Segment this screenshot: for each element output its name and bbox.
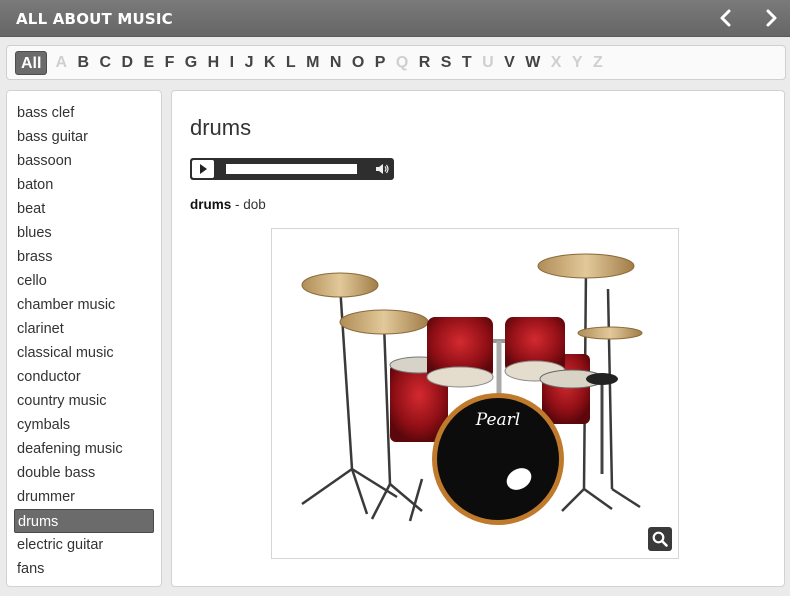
letter-filter-l[interactable]: L	[282, 51, 300, 75]
word-list-item-label: baton	[17, 177, 54, 193]
word-list-item-label: conductor	[17, 369, 81, 385]
word-list-panel: bass clef bass guitar bassoon baton beat blue…	[6, 90, 162, 587]
previous-button[interactable]	[714, 6, 738, 30]
volume-icon	[376, 164, 389, 174]
letter-filter-v[interactable]: V	[500, 51, 519, 75]
word-list-item-label: blues	[17, 225, 52, 241]
chevron-left-icon	[720, 9, 731, 27]
letter-filter-y: Y	[571, 54, 583, 71]
word-list-item[interactable]: drummer	[14, 485, 154, 509]
word-list-item-label: beat	[17, 201, 46, 217]
word-list-item-label: deafening music	[17, 441, 123, 457]
letter-filter-r[interactable]: R	[415, 51, 435, 75]
entry-image: Pearl	[271, 228, 679, 559]
word-list-item[interactable]: electric guitar	[14, 533, 154, 557]
word-list-item[interactable]: blues	[14, 221, 154, 245]
entry-title: drums	[190, 115, 252, 140]
chevron-right-icon	[766, 9, 777, 27]
entry-panel: drums drums - dob Pearl	[171, 90, 785, 587]
definition-term: drums	[190, 197, 232, 212]
letter-filter-all[interactable]: All	[15, 51, 48, 75]
word-list-item[interactable]: bassoon	[14, 149, 154, 173]
word-list-item-label: drums	[18, 514, 59, 530]
word-list-item[interactable]: bass clef	[14, 101, 154, 125]
word-list-item[interactable]: drums	[14, 509, 154, 533]
word-list-item[interactable]: fans	[14, 557, 154, 581]
letter-filter-d[interactable]: D	[117, 51, 137, 75]
word-list-item-label: chamber music	[17, 297, 116, 313]
letter-filter-q: Q	[395, 54, 409, 71]
letter-filter-w[interactable]: W	[521, 51, 544, 75]
definition-separator: -	[231, 197, 244, 212]
letter-filter-c[interactable]: C	[95, 51, 115, 75]
word-list-item-label: clarinet	[17, 321, 64, 337]
word-list-item-label: double bass	[17, 465, 96, 481]
word-list-item[interactable]: double bass	[14, 461, 154, 485]
audio-progress-bar[interactable]	[226, 164, 357, 174]
letter-filter-b[interactable]: B	[73, 51, 93, 75]
word-list-item-label: classical music	[17, 345, 114, 361]
word-list-item[interactable]: bass guitar	[14, 125, 154, 149]
word-list-item-label: fans	[17, 561, 45, 577]
audio-player	[190, 158, 394, 180]
word-list-item[interactable]: baton	[14, 173, 154, 197]
play-icon	[200, 164, 207, 174]
word-list-item[interactable]: beat	[14, 197, 154, 221]
word-list-item-label: bassoon	[17, 153, 72, 169]
next-button[interactable]	[759, 6, 783, 30]
word-list-item-label: drummer	[17, 489, 76, 505]
letter-filter-z: Z	[592, 54, 603, 71]
letter-filter-s[interactable]: S	[437, 51, 456, 75]
letter-filter-n[interactable]: N	[326, 51, 346, 75]
letter-filter-o[interactable]: O	[348, 51, 368, 75]
word-list-item[interactable]: country music	[14, 389, 154, 413]
letter-filter-h[interactable]: H	[204, 51, 224, 75]
word-list-item-label: electric guitar	[17, 537, 104, 553]
letter-filter-f[interactable]: F	[161, 51, 179, 75]
letter-filter-a: A	[55, 54, 68, 71]
zoom-button[interactable]	[648, 527, 672, 551]
word-list-item-label: cymbals	[17, 417, 71, 433]
letter-filter-u: U	[482, 54, 494, 71]
letter-filter-e[interactable]: E	[139, 51, 158, 75]
word-list: bass clef bass guitar bassoon baton beat blue…	[7, 91, 161, 581]
drum-brand-logo: Pearl	[475, 410, 520, 430]
letter-filter-j[interactable]: J	[241, 51, 258, 75]
app-title: ALL ABOUT MUSIC	[16, 10, 173, 28]
letter-filter-p[interactable]: P	[371, 51, 390, 75]
letter-filter-g[interactable]: G	[181, 51, 201, 75]
letter-filter-i[interactable]: I	[226, 51, 238, 75]
play-button[interactable]	[192, 160, 214, 178]
word-list-item[interactable]: classical music	[14, 341, 154, 365]
word-list-item-label: bass guitar	[17, 129, 88, 145]
word-list-item-label: country music	[17, 393, 107, 409]
letter-filter-x: X	[550, 54, 562, 71]
word-list-item[interactable]: chamber music	[14, 293, 154, 317]
top-bar: ALL ABOUT MUSIC	[0, 0, 790, 37]
word-list-item-label: brass	[17, 249, 53, 265]
word-list-item[interactable]: conductor	[14, 365, 154, 389]
letter-list: All A B C D E F G H I J K L M N O P Q R S T U V W X Y Z	[15, 51, 609, 75]
word-list-item[interactable]: deafening music	[14, 437, 154, 461]
letter-filter-bar: All A B C D E F G H I J K L M N O P Q R S T U V W X Y Z	[6, 45, 786, 80]
word-list-item[interactable]: brass	[14, 245, 154, 269]
word-list-item-label: cello	[17, 273, 47, 289]
magnifier-icon	[652, 531, 668, 547]
word-list-item-label: bass clef	[17, 105, 75, 121]
volume-button[interactable]	[374, 161, 390, 177]
drum-kit-photo: Pearl	[272, 229, 678, 558]
letter-filter-k[interactable]: K	[260, 51, 280, 75]
word-list-item[interactable]: clarinet	[14, 317, 154, 341]
letter-filter-m[interactable]: M	[302, 51, 323, 75]
letter-filter-t[interactable]: T	[458, 51, 476, 75]
word-list-item[interactable]: cello	[14, 269, 154, 293]
definition-translation: dob	[243, 197, 266, 212]
definition: drums - dob	[190, 197, 266, 212]
word-list-item[interactable]: cymbals	[14, 413, 154, 437]
